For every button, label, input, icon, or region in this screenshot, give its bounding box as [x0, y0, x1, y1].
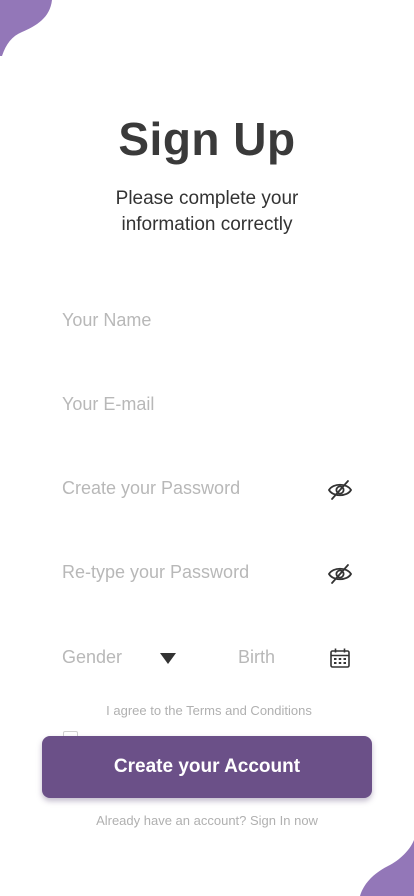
caret-down-icon — [160, 653, 176, 664]
birth-date-picker[interactable]: Birth — [238, 641, 354, 673]
eye-slash-icon — [327, 480, 353, 500]
bottom-right-decorative-blob — [360, 840, 414, 896]
sign-in-link[interactable]: Already have an account? Sign In now — [0, 813, 414, 828]
email-input[interactable] — [62, 388, 356, 420]
toggle-password-visibility-button[interactable] — [327, 479, 353, 501]
password-input[interactable] — [62, 472, 312, 504]
top-left-decorative-blob — [0, 0, 52, 56]
terms-label: I agree to the Terms and Conditions — [106, 703, 312, 718]
name-input[interactable] — [62, 304, 356, 336]
gender-label: Gender — [62, 646, 123, 667]
retype-password-input[interactable] — [62, 556, 312, 588]
subtitle-line-1: Please complete your — [115, 188, 299, 209]
toggle-retype-password-visibility-button[interactable] — [327, 563, 353, 585]
gender-select[interactable]: Gender — [62, 641, 180, 673]
calendar-icon — [330, 648, 350, 668]
page-subtitle: Please complete your information correct… — [0, 186, 414, 238]
birth-label: Birth — [238, 646, 276, 667]
create-account-button[interactable]: Create your Account — [42, 736, 372, 798]
page-title: Sign Up — [118, 113, 296, 165]
subtitle-line-2: information correctly — [121, 214, 293, 235]
eye-slash-icon — [327, 564, 353, 584]
